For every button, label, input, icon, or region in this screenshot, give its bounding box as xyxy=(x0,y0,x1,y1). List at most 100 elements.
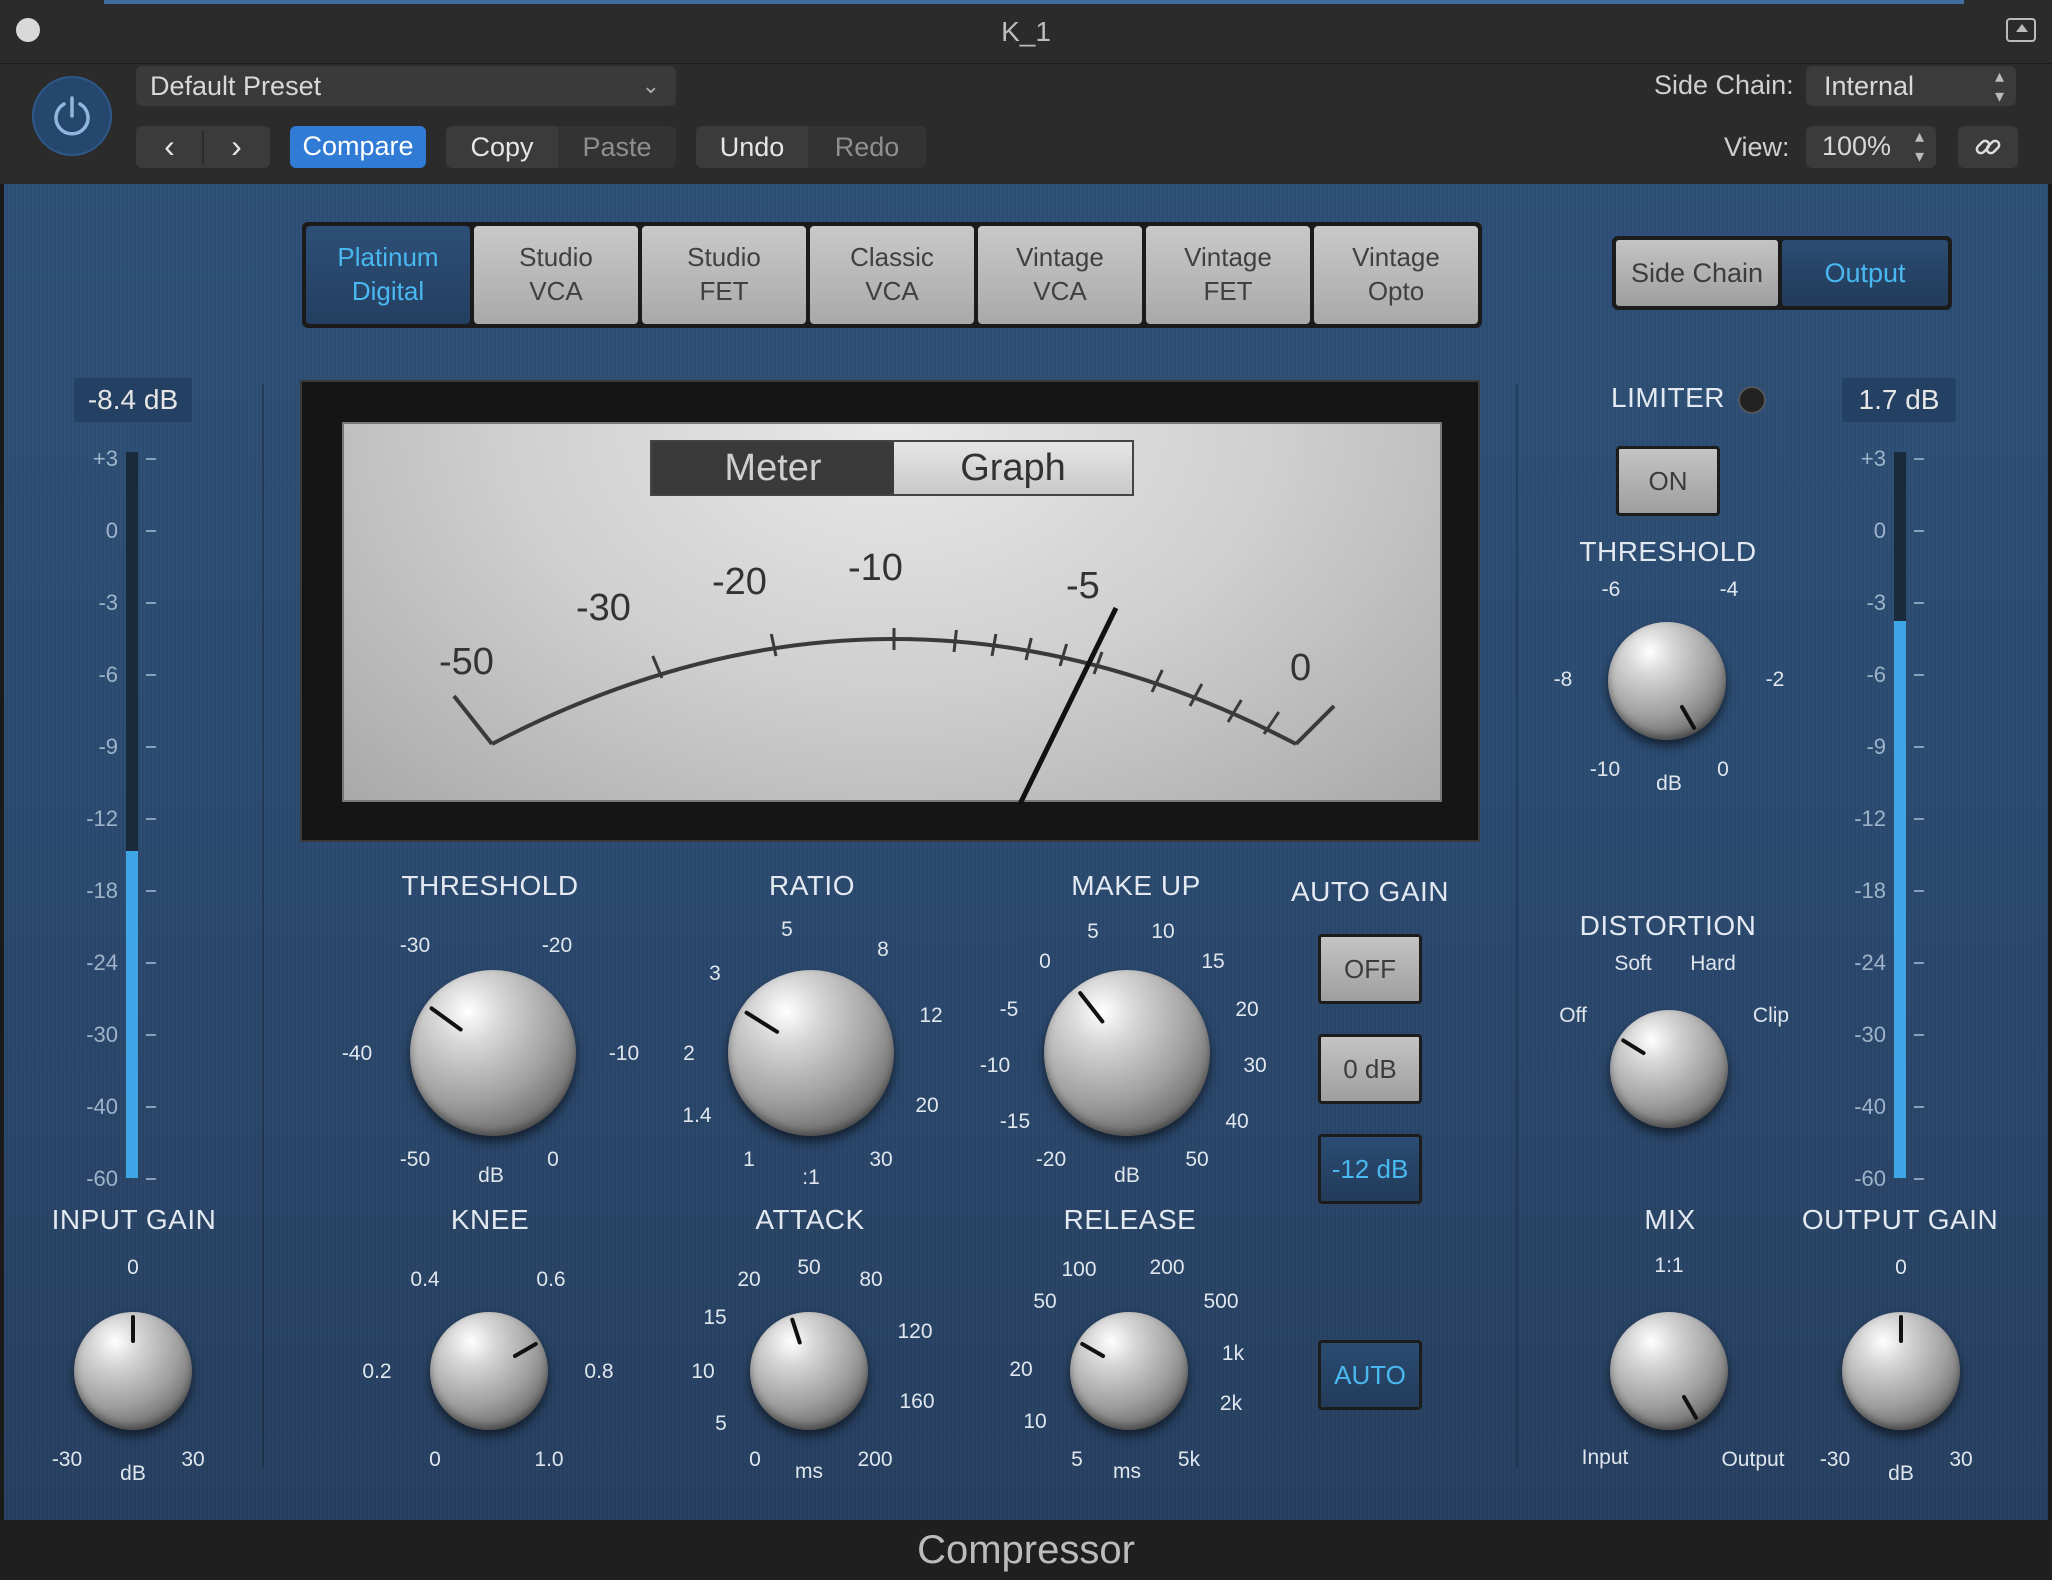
model-tab-vintage-vca[interactable]: Vintage VCA xyxy=(978,226,1142,324)
makeup-knob[interactable] xyxy=(1044,970,1210,1136)
vu-label: 0 xyxy=(1290,647,1311,689)
auto-gain-0db-button[interactable]: 0 dB xyxy=(1318,1034,1422,1104)
release-tick-label: 500 xyxy=(1203,1290,1239,1313)
limiter-threshold-knob[interactable] xyxy=(1608,622,1726,740)
input-scale-tick xyxy=(146,458,156,460)
distortion-soft-label: Soft xyxy=(1614,952,1652,975)
model-tab-vintage-fet[interactable]: Vintage FET xyxy=(1146,226,1310,324)
ratio-tick-label: 2 xyxy=(683,1042,695,1065)
detach-window-icon[interactable] xyxy=(2006,18,2036,42)
limiter-led-indicator xyxy=(1738,386,1766,414)
side-chain-panel-button[interactable]: Side Chain xyxy=(1616,240,1778,306)
link-button[interactable] xyxy=(1958,126,2018,168)
next-preset-button[interactable]: › xyxy=(203,126,270,168)
auto-gain-off-button[interactable]: OFF xyxy=(1318,934,1422,1004)
vu-tick xyxy=(990,633,998,657)
attack-label: ATTACK xyxy=(755,1204,865,1235)
release-knob[interactable] xyxy=(1070,1312,1188,1430)
titlebar-accent-line xyxy=(104,0,1964,4)
preset-select[interactable]: Default Preset ⌄ xyxy=(136,66,676,106)
threshold-knob[interactable] xyxy=(410,970,576,1136)
ratio-tick-label: 1 xyxy=(743,1148,755,1171)
distortion-hard-label: Hard xyxy=(1690,952,1736,975)
vu-tick xyxy=(1294,704,1336,746)
compare-button[interactable]: Compare xyxy=(290,126,426,168)
model-tab-platinum-digital[interactable]: Platinum Digital xyxy=(306,226,470,324)
meter-mode-button[interactable]: Meter xyxy=(652,442,894,494)
model-tab-line2: FET xyxy=(699,276,749,306)
side-chain-select[interactable]: Internal ▴ ▾ xyxy=(1806,66,2016,106)
limiter-threshold-tick-label: -6 xyxy=(1601,578,1621,601)
output-panel-button[interactable]: Output xyxy=(1782,240,1948,306)
power-button[interactable] xyxy=(32,76,112,156)
knee-tick-label: 0.4 xyxy=(410,1268,440,1291)
output-scale-label: -24 xyxy=(1854,950,1886,975)
limiter-threshold-tick-label: -4 xyxy=(1719,578,1739,601)
output-scale-tick xyxy=(1914,530,1924,532)
distortion-off-label: Off xyxy=(1559,1004,1587,1027)
knee-label: KNEE xyxy=(450,1204,530,1235)
ratio-tick-label: 5 xyxy=(781,918,793,941)
knob-pointer xyxy=(1899,1315,1903,1343)
side-chain-label: Side Chain: xyxy=(1654,70,1794,100)
output-gain-tick-label: -30 xyxy=(1819,1448,1851,1471)
ratio-knob[interactable] xyxy=(728,970,894,1136)
attack-knob[interactable] xyxy=(750,1312,868,1430)
input-gain-tick-label: -30 xyxy=(51,1448,83,1471)
knee-knob[interactable] xyxy=(430,1312,548,1430)
distortion-clip-label: Clip xyxy=(1752,1004,1790,1027)
makeup-tick-label: 10 xyxy=(1151,920,1175,943)
knob-pointer xyxy=(789,1317,803,1345)
auto-release-button[interactable]: AUTO xyxy=(1318,1340,1422,1410)
ratio-tick-label: 1.4 xyxy=(682,1104,712,1127)
output-gain-tick-label: 0 xyxy=(1895,1256,1907,1279)
preset-nav-group: ‹ › xyxy=(136,126,270,168)
knob-pointer xyxy=(743,1009,780,1035)
model-tab-line2: VCA xyxy=(865,276,919,306)
model-tab-classic-vca[interactable]: Classic VCA xyxy=(810,226,974,324)
input-gain-knob[interactable] xyxy=(74,1312,192,1430)
distortion-label: DISTORTION xyxy=(1579,910,1757,941)
model-tab-line2: Opto xyxy=(1367,276,1425,306)
view-label: View: xyxy=(1724,132,1790,162)
input-scale-tick xyxy=(146,1106,156,1108)
meter-graph-toggle: Meter Graph xyxy=(650,440,1134,496)
model-tab-vintage-opto[interactable]: Vintage Opto xyxy=(1314,226,1478,324)
distortion-knob[interactable] xyxy=(1610,1010,1728,1128)
limiter-on-button[interactable]: ON xyxy=(1616,446,1720,516)
input-scale-tick xyxy=(146,530,156,532)
output-scale-label: -30 xyxy=(1854,1022,1886,1047)
output-gain-knob[interactable] xyxy=(1842,1312,1960,1430)
previous-preset-button[interactable]: ‹ xyxy=(136,126,203,168)
vu-needle xyxy=(1017,606,1119,806)
redo-button[interactable]: Redo xyxy=(808,126,926,168)
paste-button[interactable]: Paste xyxy=(558,126,676,168)
input-peak-readout: -8.4 dB xyxy=(74,378,192,422)
output-level-fill xyxy=(1894,621,1906,1178)
output-scale-label: -6 xyxy=(1866,662,1886,687)
output-scale-tick xyxy=(1914,674,1924,676)
output-scale-label: -40 xyxy=(1854,1094,1886,1119)
makeup-label: MAKE UP xyxy=(1071,870,1201,901)
threshold-tick-label: -50 xyxy=(399,1148,431,1171)
view-zoom-select[interactable]: 100% ▴ ▾ xyxy=(1806,126,1936,168)
model-tab-line1: Vintage xyxy=(1016,242,1104,272)
model-tab-studio-vca[interactable]: Studio VCA xyxy=(474,226,638,324)
knee-tick-label: 0.2 xyxy=(362,1360,392,1383)
graph-mode-button[interactable]: Graph xyxy=(894,442,1132,494)
copy-button[interactable]: Copy xyxy=(446,126,558,168)
window-title: K_1 xyxy=(1001,16,1051,47)
output-scale-tick xyxy=(1914,458,1924,460)
output-scale-tick xyxy=(1914,890,1924,892)
undo-button[interactable]: Undo xyxy=(696,126,808,168)
ratio-tick-label: 30 xyxy=(869,1148,893,1171)
model-tab-line2: VCA xyxy=(529,276,583,306)
mix-knob[interactable] xyxy=(1610,1312,1728,1430)
model-tab-studio-fet[interactable]: Studio FET xyxy=(642,226,806,324)
auto-gain-minus12db-button[interactable]: -12 dB xyxy=(1318,1134,1422,1204)
preset-value: Default Preset xyxy=(150,71,322,101)
makeup-tick-label: -10 xyxy=(979,1054,1011,1077)
attack-tick-label: 160 xyxy=(899,1390,935,1413)
knee-tick-label: 0 xyxy=(429,1448,441,1471)
input-scale-label: -3 xyxy=(98,590,118,615)
